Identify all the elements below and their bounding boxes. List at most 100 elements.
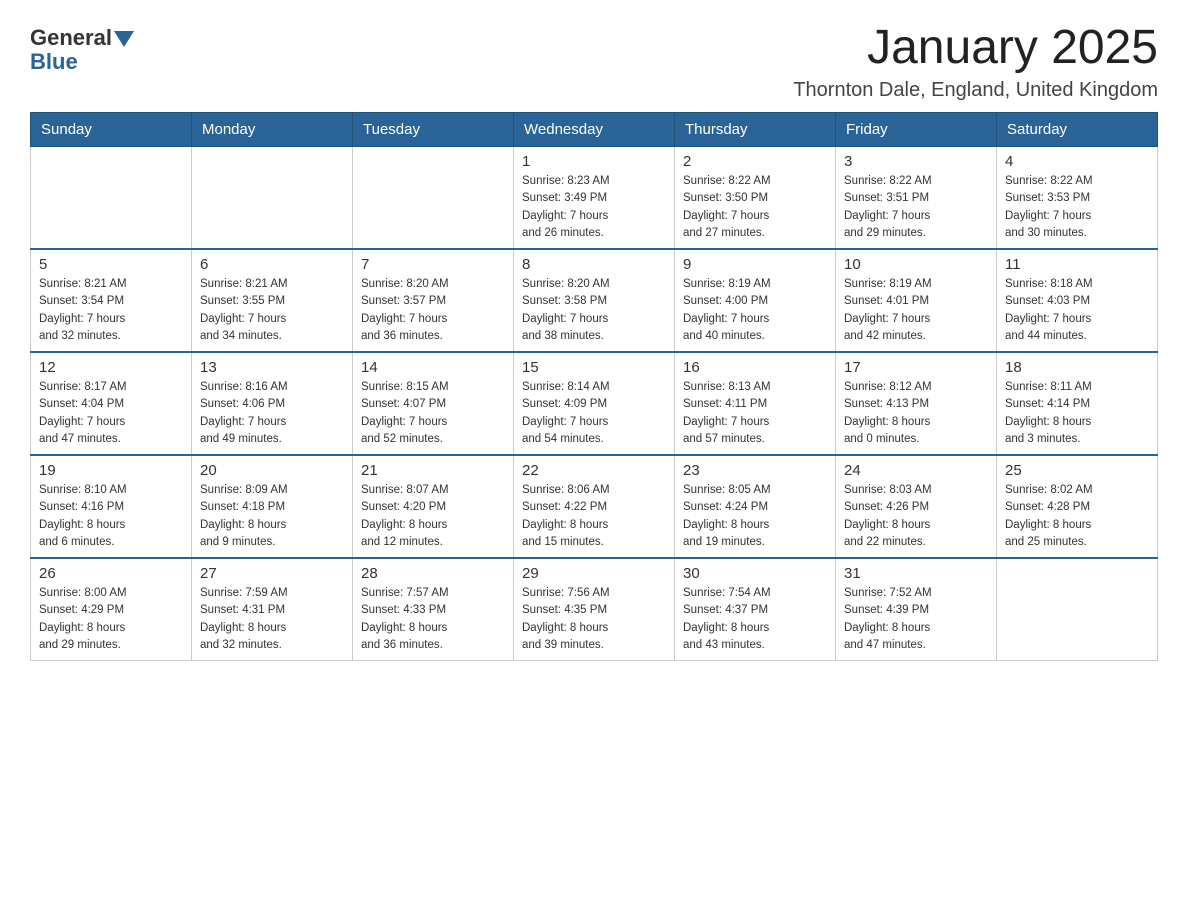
calendar-cell: 20 Sunrise: 8:09 AM Sunset: 4:18 PM Dayli… <box>192 455 353 558</box>
day-number: 6 <box>200 256 344 273</box>
day-info: Sunrise: 8:22 AM Sunset: 3:50 PM Dayligh… <box>683 173 827 242</box>
day-number: 21 <box>361 462 505 479</box>
day-number: 5 <box>39 256 183 273</box>
day-info: Sunrise: 7:52 AM Sunset: 4:39 PM Dayligh… <box>844 585 988 654</box>
calendar-cell: 2 Sunrise: 8:22 AM Sunset: 3:50 PM Daylig… <box>675 147 836 250</box>
day-info: Sunrise: 8:22 AM Sunset: 3:53 PM Dayligh… <box>1005 173 1149 242</box>
day-info: Sunrise: 7:56 AM Sunset: 4:35 PM Dayligh… <box>522 585 666 654</box>
calendar-cell: 16 Sunrise: 8:13 AM Sunset: 4:11 PM Dayli… <box>675 352 836 455</box>
calendar-cell: 22 Sunrise: 8:06 AM Sunset: 4:22 PM Dayli… <box>514 455 675 558</box>
calendar-cell: 15 Sunrise: 8:14 AM Sunset: 4:09 PM Dayli… <box>514 352 675 455</box>
day-info: Sunrise: 8:14 AM Sunset: 4:09 PM Dayligh… <box>522 379 666 448</box>
calendar-cell: 14Sunrise: 8:15 AM Sunset: 4:07 PM Dayli… <box>353 352 514 455</box>
title-area: January 2025 Thornton Dale, England, Uni… <box>793 20 1158 102</box>
header-friday: Friday <box>836 113 997 147</box>
calendar-cell: 26Sunrise: 8:00 AM Sunset: 4:29 PM Dayli… <box>31 558 192 661</box>
calendar-cell: 8 Sunrise: 8:20 AM Sunset: 3:58 PM Daylig… <box>514 249 675 352</box>
day-info: Sunrise: 8:12 AM Sunset: 4:13 PM Dayligh… <box>844 379 988 448</box>
day-info: Sunrise: 8:20 AM Sunset: 3:58 PM Dayligh… <box>522 276 666 345</box>
calendar-cell: 24 Sunrise: 8:03 AM Sunset: 4:26 PM Dayli… <box>836 455 997 558</box>
day-number: 27 <box>200 565 344 582</box>
logo-triangle-icon <box>114 31 134 47</box>
day-number: 23 <box>683 462 827 479</box>
day-number: 15 <box>522 359 666 376</box>
day-number: 17 <box>844 359 988 376</box>
day-number: 13 <box>200 359 344 376</box>
day-info: Sunrise: 8:09 AM Sunset: 4:18 PM Dayligh… <box>200 482 344 551</box>
day-info: Sunrise: 8:23 AM Sunset: 3:49 PM Dayligh… <box>522 173 666 242</box>
day-number: 22 <box>522 462 666 479</box>
calendar-cell: 5 Sunrise: 8:21 AM Sunset: 3:54 PM Daylig… <box>31 249 192 352</box>
calendar-cell: 29 Sunrise: 7:56 AM Sunset: 4:35 PM Dayli… <box>514 558 675 661</box>
day-number: 18 <box>1005 359 1149 376</box>
header: General Blue January 2025 Thornton Dale,… <box>30 20 1158 102</box>
day-number: 20 <box>200 462 344 479</box>
calendar-cell: 12Sunrise: 8:17 AM Sunset: 4:04 PM Dayli… <box>31 352 192 455</box>
day-number: 8 <box>522 256 666 273</box>
logo-blue-text: Blue <box>30 49 78 75</box>
day-info: Sunrise: 7:59 AM Sunset: 4:31 PM Dayligh… <box>200 585 344 654</box>
day-number: 11 <box>1005 256 1149 273</box>
calendar-cell: 17 Sunrise: 8:12 AM Sunset: 4:13 PM Dayli… <box>836 352 997 455</box>
calendar-cell: 28Sunrise: 7:57 AM Sunset: 4:33 PM Dayli… <box>353 558 514 661</box>
day-number: 19 <box>39 462 183 479</box>
month-title: January 2025 <box>793 20 1158 75</box>
day-number: 4 <box>1005 153 1149 170</box>
day-info: Sunrise: 8:21 AM Sunset: 3:55 PM Dayligh… <box>200 276 344 345</box>
calendar-cell: 6 Sunrise: 8:21 AM Sunset: 3:55 PM Daylig… <box>192 249 353 352</box>
calendar-cell: 19Sunrise: 8:10 AM Sunset: 4:16 PM Dayli… <box>31 455 192 558</box>
calendar-cell: 11 Sunrise: 8:18 AM Sunset: 4:03 PM Dayli… <box>997 249 1158 352</box>
calendar-cell: 27 Sunrise: 7:59 AM Sunset: 4:31 PM Dayli… <box>192 558 353 661</box>
day-info: Sunrise: 8:13 AM Sunset: 4:11 PM Dayligh… <box>683 379 827 448</box>
day-number: 2 <box>683 153 827 170</box>
day-number: 10 <box>844 256 988 273</box>
day-number: 29 <box>522 565 666 582</box>
day-info: Sunrise: 8:21 AM Sunset: 3:54 PM Dayligh… <box>39 276 183 345</box>
calendar-cell: 25Sunrise: 8:02 AM Sunset: 4:28 PM Dayli… <box>997 455 1158 558</box>
day-info: Sunrise: 8:19 AM Sunset: 4:01 PM Dayligh… <box>844 276 988 345</box>
day-info: Sunrise: 8:18 AM Sunset: 4:03 PM Dayligh… <box>1005 276 1149 345</box>
header-sunday: Sunday <box>31 113 192 147</box>
header-thursday: Thursday <box>675 113 836 147</box>
day-number: 7 <box>361 256 505 273</box>
weekday-header-row: Sunday Monday Tuesday Wednesday Thursday… <box>31 113 1158 147</box>
day-info: Sunrise: 8:03 AM Sunset: 4:26 PM Dayligh… <box>844 482 988 551</box>
calendar-week-row: 1 Sunrise: 8:23 AM Sunset: 3:49 PM Daylig… <box>31 147 1158 250</box>
calendar-cell: 7 Sunrise: 8:20 AM Sunset: 3:57 PM Daylig… <box>353 249 514 352</box>
calendar-week-row: 12Sunrise: 8:17 AM Sunset: 4:04 PM Dayli… <box>31 352 1158 455</box>
day-info: Sunrise: 8:20 AM Sunset: 3:57 PM Dayligh… <box>361 276 505 345</box>
day-info: Sunrise: 8:02 AM Sunset: 4:28 PM Dayligh… <box>1005 482 1149 551</box>
calendar-week-row: 19Sunrise: 8:10 AM Sunset: 4:16 PM Dayli… <box>31 455 1158 558</box>
day-info: Sunrise: 8:15 AM Sunset: 4:07 PM Dayligh… <box>361 379 505 448</box>
header-tuesday: Tuesday <box>353 113 514 147</box>
day-number: 1 <box>522 153 666 170</box>
day-info: Sunrise: 8:11 AM Sunset: 4:14 PM Dayligh… <box>1005 379 1149 448</box>
header-saturday: Saturday <box>997 113 1158 147</box>
calendar-cell: 13Sunrise: 8:16 AM Sunset: 4:06 PM Dayli… <box>192 352 353 455</box>
day-number: 16 <box>683 359 827 376</box>
day-number: 9 <box>683 256 827 273</box>
calendar-cell: 9 Sunrise: 8:19 AM Sunset: 4:00 PM Daylig… <box>675 249 836 352</box>
calendar-cell: 21 Sunrise: 8:07 AM Sunset: 4:20 PM Dayli… <box>353 455 514 558</box>
calendar-cell <box>353 147 514 250</box>
day-number: 30 <box>683 565 827 582</box>
calendar-cell: 31 Sunrise: 7:52 AM Sunset: 4:39 PM Dayli… <box>836 558 997 661</box>
day-number: 26 <box>39 565 183 582</box>
day-number: 3 <box>844 153 988 170</box>
calendar-cell: 18 Sunrise: 8:11 AM Sunset: 4:14 PM Dayli… <box>997 352 1158 455</box>
day-number: 31 <box>844 565 988 582</box>
logo: General Blue <box>30 20 134 75</box>
day-number: 12 <box>39 359 183 376</box>
location-title: Thornton Dale, England, United Kingdom <box>793 79 1158 102</box>
day-info: Sunrise: 8:07 AM Sunset: 4:20 PM Dayligh… <box>361 482 505 551</box>
day-number: 24 <box>844 462 988 479</box>
calendar-cell: 4 Sunrise: 8:22 AM Sunset: 3:53 PM Daylig… <box>997 147 1158 250</box>
day-info: Sunrise: 8:22 AM Sunset: 3:51 PM Dayligh… <box>844 173 988 242</box>
day-info: Sunrise: 8:19 AM Sunset: 4:00 PM Dayligh… <box>683 276 827 345</box>
day-info: Sunrise: 7:54 AM Sunset: 4:37 PM Dayligh… <box>683 585 827 654</box>
calendar-table: Sunday Monday Tuesday Wednesday Thursday… <box>30 112 1158 661</box>
calendar-cell <box>31 147 192 250</box>
calendar-week-row: 26Sunrise: 8:00 AM Sunset: 4:29 PM Dayli… <box>31 558 1158 661</box>
calendar-cell: 30 Sunrise: 7:54 AM Sunset: 4:37 PM Dayli… <box>675 558 836 661</box>
day-info: Sunrise: 8:06 AM Sunset: 4:22 PM Dayligh… <box>522 482 666 551</box>
